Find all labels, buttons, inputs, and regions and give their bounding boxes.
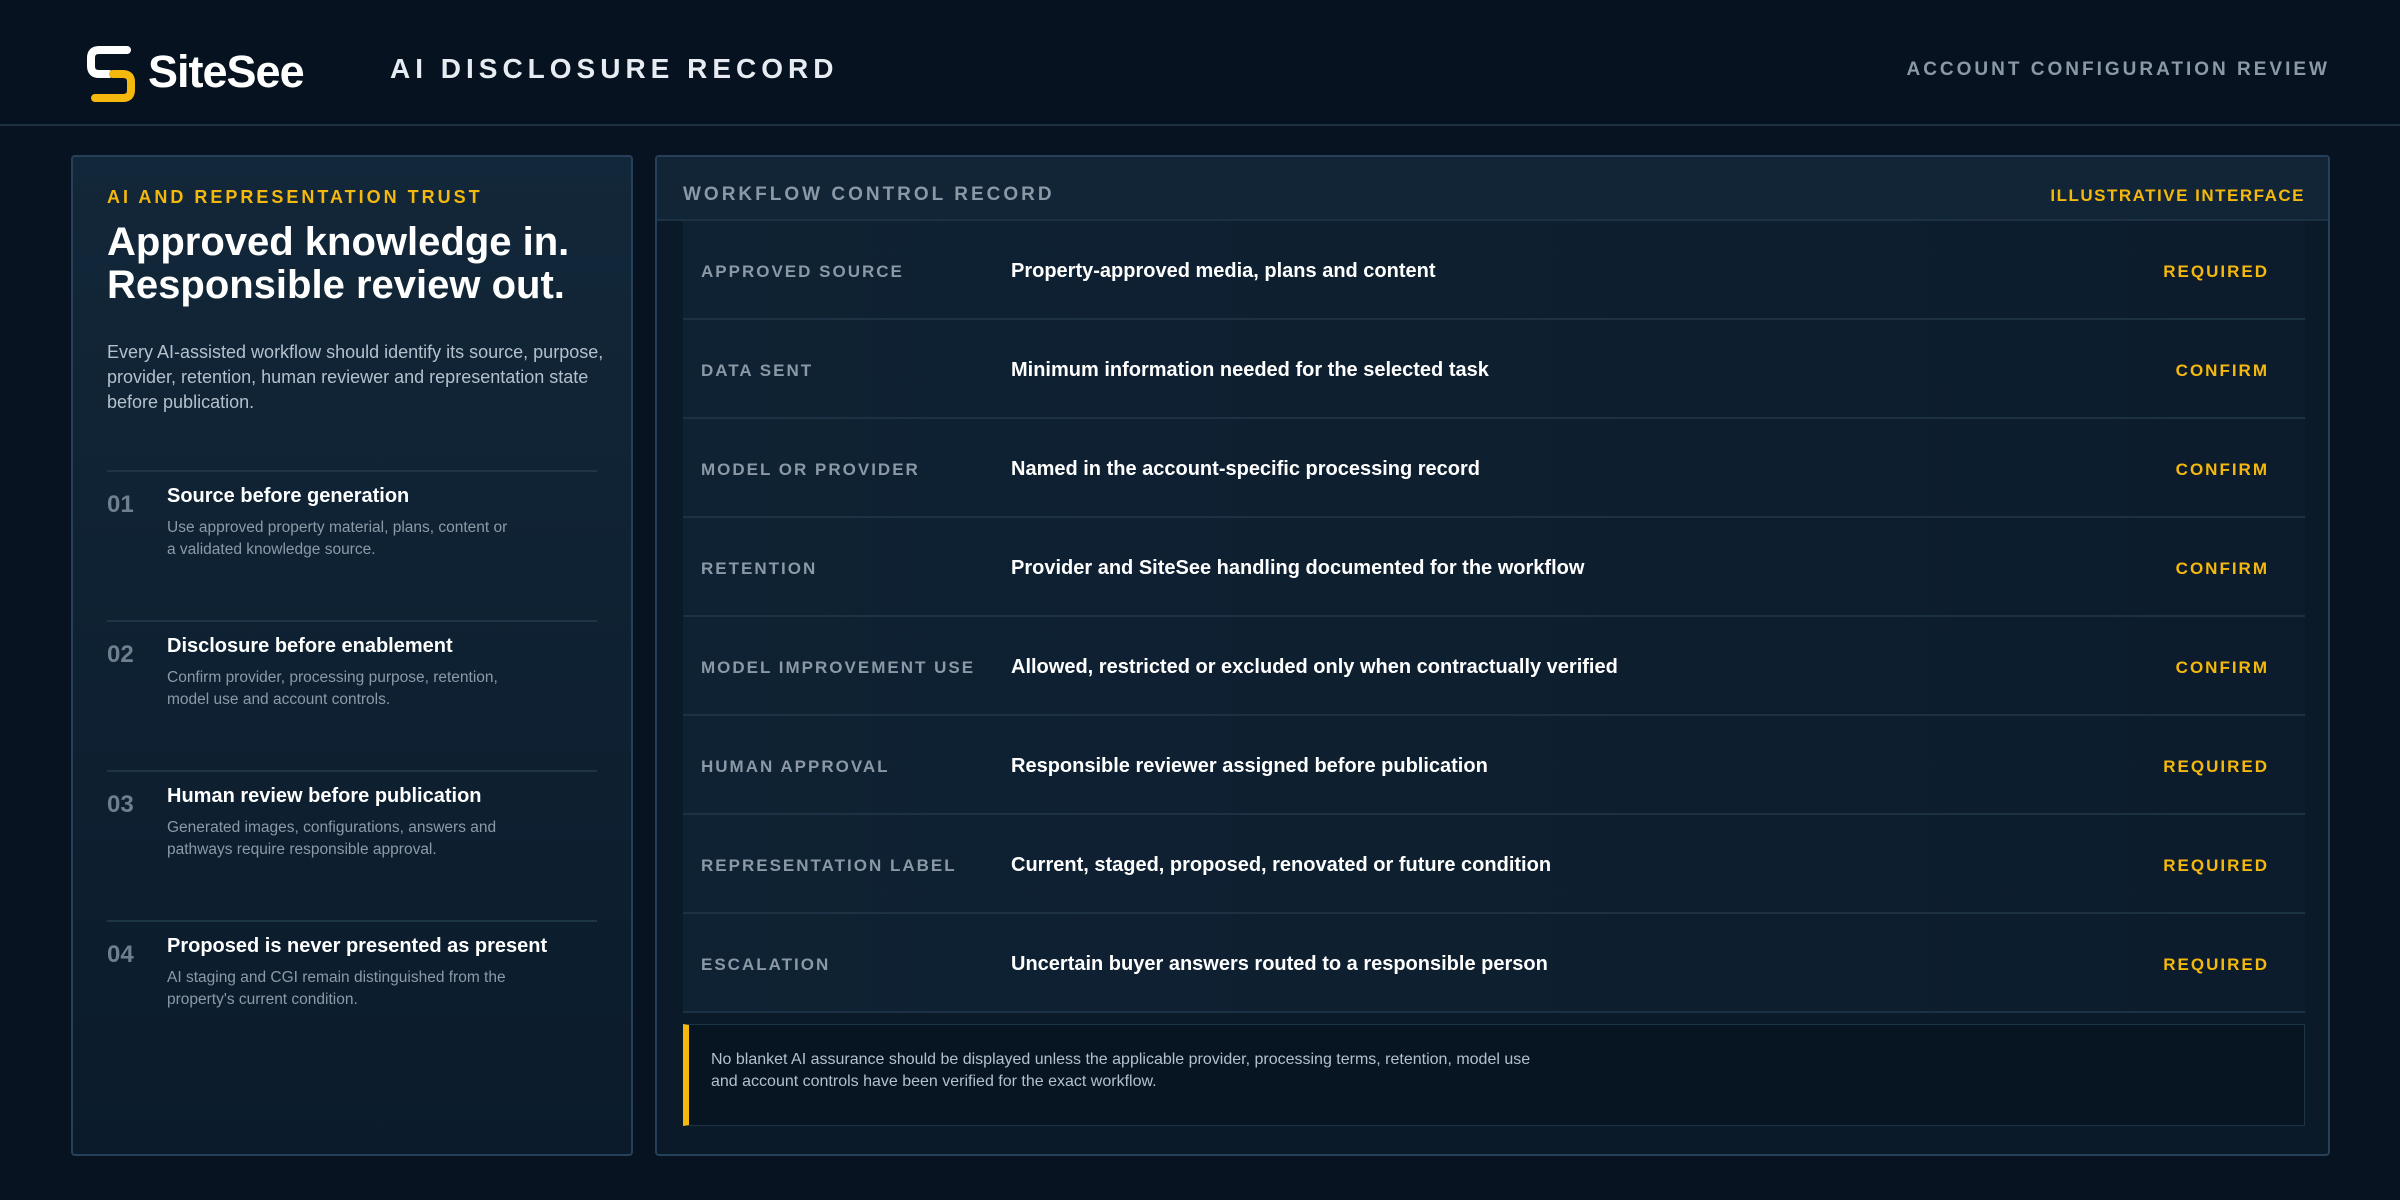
control-label: APPROVED SOURCE — [701, 262, 904, 281]
sitesee-logo-icon[interactable] — [85, 44, 137, 104]
control-label: RETENTION — [701, 559, 818, 578]
panel-eyebrow: AI AND REPRESENTATION TRUST — [107, 187, 483, 207]
control-row[interactable]: APPROVED SOURCE Property-approved media,… — [683, 221, 2305, 320]
control-row[interactable]: DATA SENT Minimum information needed for… — [683, 320, 2305, 419]
step-description: AI staging and CGI remain distinguished … — [167, 969, 506, 1008]
principle-step: 04 Proposed is never presented as presen… — [107, 920, 597, 1070]
control-row[interactable]: MODEL IMPROVEMENT USE Allowed, restricte… — [683, 617, 2305, 716]
control-row[interactable]: REPRESENTATION LABEL Current, staged, pr… — [683, 815, 2305, 914]
workflow-panel-header: WORKFLOW CONTROL RECORD ILLUSTRATIVE INT… — [657, 157, 2328, 221]
workflow-control-panel: WORKFLOW CONTROL RECORD ILLUSTRATIVE INT… — [655, 155, 2330, 1156]
top-header: SiteSee AI DISCLOSURE RECORD ACCOUNT CON… — [0, 0, 2400, 126]
control-label: DATA SENT — [701, 361, 814, 380]
step-description: Generated images, configurations, answer… — [167, 819, 497, 858]
control-row[interactable]: ESCALATION Uncertain buyer answers route… — [683, 914, 2305, 1013]
status-badge: REQUIRED — [2163, 856, 2269, 875]
step-number: 01 — [107, 491, 134, 518]
principle-step: 02 Disclosure before enablement Confirm … — [107, 620, 597, 770]
workflow-panel-title: WORKFLOW CONTROL RECORD — [683, 184, 1055, 205]
step-number: 02 — [107, 641, 134, 668]
control-value: Allowed, restricted or excluded only whe… — [1011, 656, 1618, 678]
step-title: Proposed is never presented as present — [167, 935, 548, 957]
step-number: 04 — [107, 941, 134, 968]
control-row[interactable]: RETENTION Provider and SiteSee handling … — [683, 518, 2305, 617]
principle-steps: 01 Source before generation Use approved… — [107, 470, 597, 1070]
trust-principles-panel: AI AND REPRESENTATION TRUST Approved kno… — [71, 155, 633, 1156]
control-value: Current, staged, proposed, renovated or … — [1011, 854, 1552, 876]
control-value: Property-approved media, plans and conte… — [1011, 260, 1436, 282]
panel-intro: Every AI-assisted workflow should identi… — [107, 342, 604, 412]
status-badge: CONFIRM — [2175, 361, 2269, 380]
control-value: Minimum information needed for the selec… — [1011, 359, 1489, 381]
step-description: Confirm provider, processing purpose, re… — [167, 669, 498, 708]
control-value: Responsible reviewer assigned before pub… — [1011, 755, 1488, 777]
header-context-label: ACCOUNT CONFIGURATION REVIEW — [1906, 59, 2330, 80]
control-row[interactable]: MODEL OR PROVIDER Named in the account-s… — [683, 419, 2305, 518]
panel-headline: Approved knowledge in. Responsible revie… — [107, 221, 607, 307]
step-title: Human review before publication — [167, 785, 482, 807]
control-label: MODEL IMPROVEMENT USE — [701, 658, 976, 677]
status-badge: REQUIRED — [2163, 757, 2269, 776]
control-label: MODEL OR PROVIDER — [701, 460, 920, 479]
step-title: Disclosure before enablement — [167, 635, 453, 657]
notice-text: No blanket AI assurance should be displa… — [711, 1051, 1531, 1090]
status-badge: CONFIRM — [2175, 658, 2269, 677]
step-title: Source before generation — [167, 485, 410, 507]
control-label: HUMAN APPROVAL — [701, 757, 890, 776]
illustrative-tag: ILLUSTRATIVE INTERFACE — [2050, 186, 2305, 205]
step-description: Use approved property material, plans, c… — [167, 519, 508, 558]
headline-line-2: Responsible review out. — [107, 263, 565, 307]
principle-step: 01 Source before generation Use approved… — [107, 470, 597, 620]
control-label: ESCALATION — [701, 955, 831, 974]
control-value: Named in the account-specific processing… — [1011, 458, 1481, 480]
page-title: AI DISCLOSURE RECORD — [390, 53, 839, 84]
control-value: Provider and SiteSee handling documented… — [1011, 557, 1585, 579]
step-number: 03 — [107, 791, 134, 818]
brand-name[interactable]: SiteSee — [148, 44, 305, 100]
status-badge: CONFIRM — [2175, 559, 2269, 578]
control-value: Uncertain buyer answers routed to a resp… — [1011, 953, 1548, 975]
status-badge: REQUIRED — [2163, 955, 2269, 974]
status-badge: CONFIRM — [2175, 460, 2269, 479]
status-badge: REQUIRED — [2163, 262, 2269, 281]
control-record-list: APPROVED SOURCE Property-approved media,… — [683, 221, 2305, 1013]
principle-step: 03 Human review before publication Gener… — [107, 770, 597, 920]
control-label: REPRESENTATION LABEL — [701, 856, 957, 875]
headline-line-1: Approved knowledge in. — [107, 220, 570, 264]
verification-notice: No blanket AI assurance should be displa… — [683, 1024, 2305, 1126]
control-row[interactable]: HUMAN APPROVAL Responsible reviewer assi… — [683, 716, 2305, 815]
